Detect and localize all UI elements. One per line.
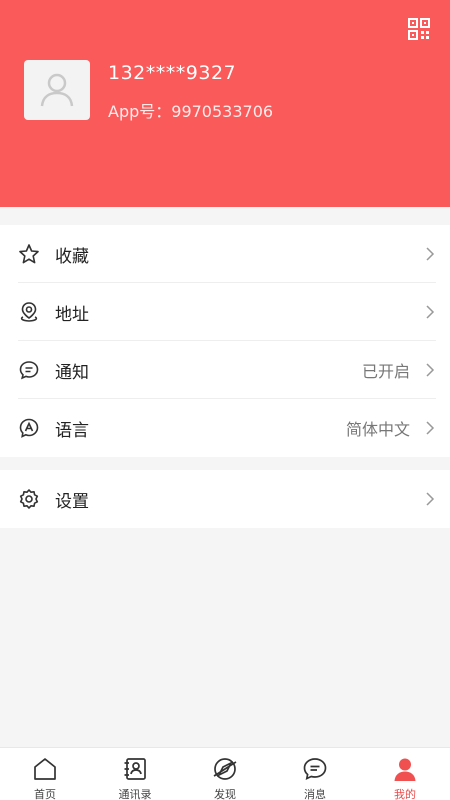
menu-group-settings: 设置 bbox=[0, 470, 450, 528]
chevron-right-icon bbox=[424, 304, 436, 320]
qr-code-icon[interactable] bbox=[405, 15, 433, 43]
user-icon bbox=[391, 755, 419, 783]
menu-item-settings[interactable]: 设置 bbox=[0, 470, 450, 528]
chevron-right-icon bbox=[424, 420, 436, 436]
phone-number: 132****9327 bbox=[108, 62, 237, 84]
tab-label: 消息 bbox=[304, 788, 326, 800]
discover-icon bbox=[211, 755, 239, 783]
profile-header: 132****9327 App号：9970533706 bbox=[0, 0, 450, 207]
menu-item-label: 地址 bbox=[55, 304, 89, 325]
tab-me[interactable]: 我的 bbox=[360, 748, 450, 800]
tab-label: 发现 bbox=[214, 788, 236, 800]
tab-messages[interactable]: 消息 bbox=[270, 748, 360, 800]
menu-item-language[interactable]: 语言 简体中文 bbox=[0, 399, 450, 457]
tab-label: 通讯录 bbox=[118, 788, 152, 800]
location-pin-icon bbox=[18, 301, 40, 323]
avatar[interactable] bbox=[24, 60, 90, 120]
tab-label: 首页 bbox=[34, 788, 56, 800]
tab-contacts[interactable]: 通讯录 bbox=[90, 748, 180, 800]
notification-status: 已开启 bbox=[361, 362, 410, 381]
chevron-right-icon bbox=[424, 491, 436, 507]
menu-item-notifications[interactable]: 通知 已开启 bbox=[0, 341, 450, 399]
message-icon bbox=[301, 755, 329, 783]
language-value: 简体中文 bbox=[345, 420, 410, 439]
contacts-icon bbox=[121, 755, 149, 783]
menu-item-address[interactable]: 地址 bbox=[0, 283, 450, 341]
gear-icon bbox=[18, 488, 40, 510]
bottom-tab-bar: 首页 通讯录 发现 消息 我的 bbox=[0, 747, 450, 800]
menu-item-favorites[interactable]: 收藏 bbox=[0, 225, 450, 283]
profile-page: 132****9327 App号：9970533706 收藏 地址 通知 已开启… bbox=[0, 0, 450, 800]
menu-item-label: 通知 bbox=[55, 362, 89, 383]
star-icon bbox=[18, 243, 40, 265]
home-icon bbox=[31, 755, 59, 783]
language-icon bbox=[18, 417, 40, 439]
tab-discover[interactable]: 发现 bbox=[180, 748, 270, 800]
chat-bubble-icon bbox=[18, 359, 40, 381]
menu-group-main: 收藏 地址 通知 已开启 语言 简体中文 bbox=[0, 225, 450, 457]
chevron-right-icon bbox=[424, 362, 436, 378]
app-id: App号：9970533706 bbox=[108, 102, 274, 121]
tab-label: 我的 bbox=[394, 788, 416, 800]
chevron-right-icon bbox=[424, 246, 436, 262]
menu-item-label: 设置 bbox=[55, 491, 89, 512]
user-placeholder-icon bbox=[40, 73, 74, 107]
menu-item-label: 收藏 bbox=[55, 246, 89, 267]
menu-item-label: 语言 bbox=[55, 420, 89, 441]
tab-home[interactable]: 首页 bbox=[0, 748, 90, 800]
